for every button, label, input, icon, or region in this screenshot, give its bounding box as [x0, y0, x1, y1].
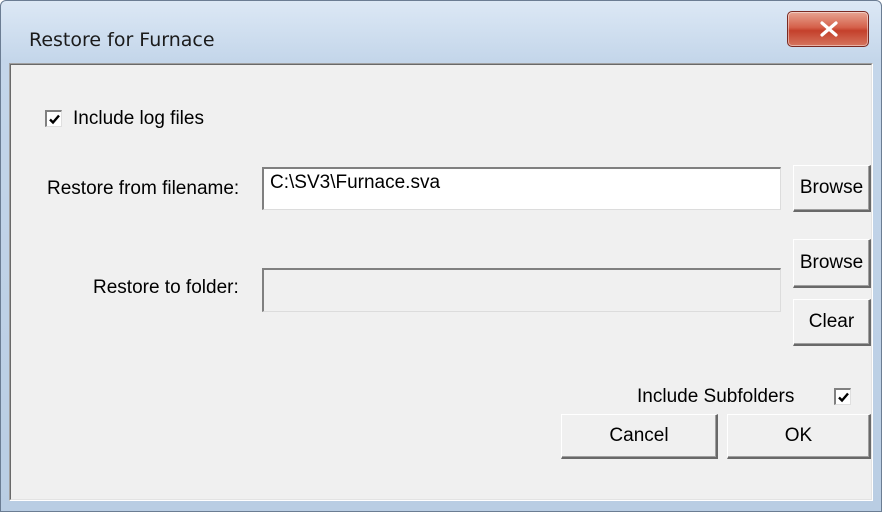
ok-button[interactable]: OK [727, 414, 871, 459]
restore-from-filename-input[interactable]: C:\SV3\Furnace.sva [262, 167, 781, 210]
checkmark-icon [838, 392, 849, 403]
close-button[interactable] [787, 11, 869, 47]
restore-from-label: Restore from filename: [47, 178, 240, 199]
include-log-files-checkbox[interactable] [45, 110, 62, 127]
checkmark-icon [49, 114, 60, 125]
dialog-window: Restore for Furnace Include log files Re… [0, 0, 882, 512]
clear-folder-button[interactable]: Clear [793, 299, 871, 346]
window-title: Restore for Furnace [29, 29, 215, 51]
dialog-content: Include log files Restore from filename:… [9, 63, 873, 501]
close-icon [820, 21, 838, 37]
include-subfolders-checkbox[interactable] [834, 388, 851, 405]
restore-to-label: Restore to folder: [93, 277, 239, 298]
cancel-button[interactable]: Cancel [561, 414, 718, 459]
browse-folder-button[interactable]: Browse [793, 239, 871, 288]
include-log-files-label[interactable]: Include log files [73, 108, 204, 130]
browse-filename-button[interactable]: Browse [793, 165, 871, 212]
restore-to-folder-input[interactable] [262, 268, 781, 312]
title-bar[interactable]: Restore for Furnace [1, 1, 881, 63]
include-subfolders-label[interactable]: Include Subfolders [637, 386, 794, 408]
